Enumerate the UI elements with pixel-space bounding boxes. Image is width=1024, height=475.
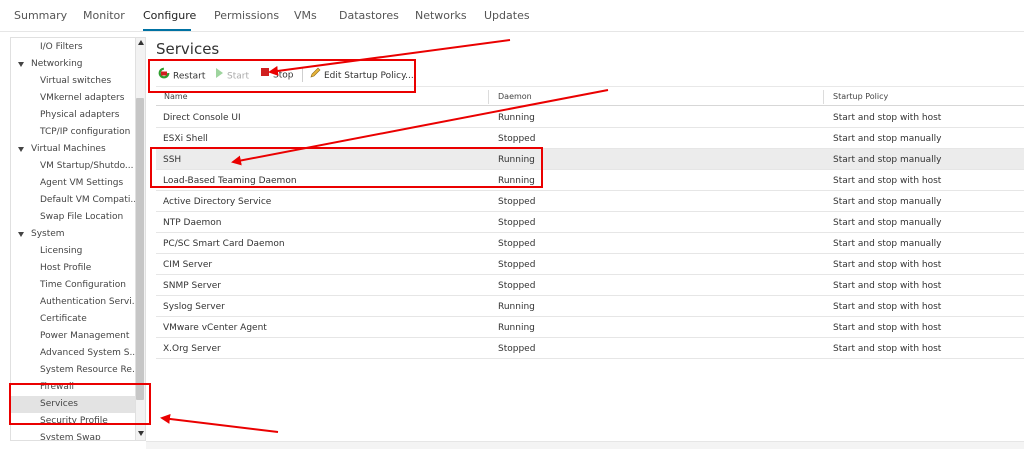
arrow-to-stop-button — [268, 39, 511, 76]
arrow-to-ssh-row — [231, 89, 609, 166]
annotation-arrows — [160, 39, 609, 433]
arrow-to-services-item — [160, 413, 279, 433]
